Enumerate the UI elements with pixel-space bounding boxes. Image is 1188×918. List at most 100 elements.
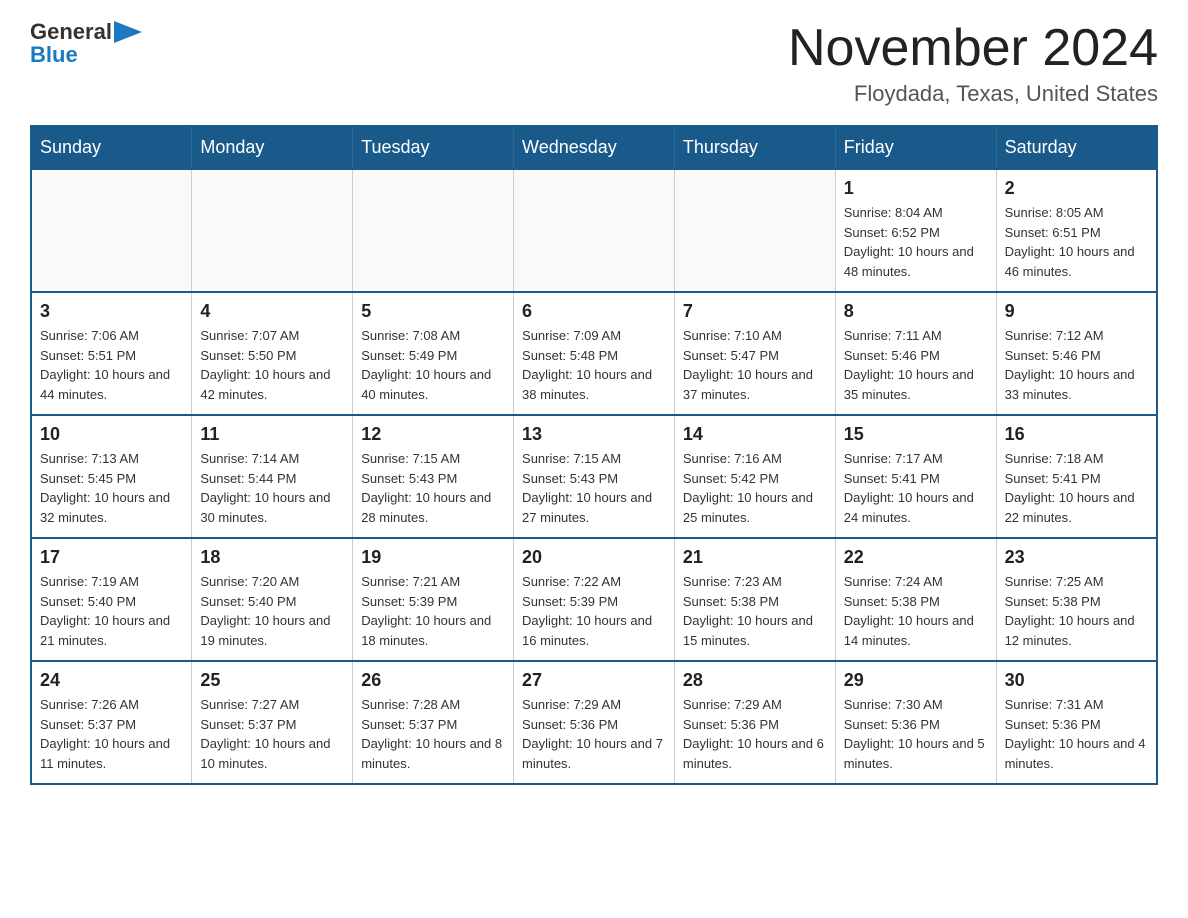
calendar-cell: 26 Sunrise: 7:28 AMSunset: 5:37 PMDayligh… (353, 661, 514, 784)
calendar-cell: 2 Sunrise: 8:05 AMSunset: 6:51 PMDaylight… (996, 169, 1157, 292)
logo: General Blue (30, 20, 142, 68)
day-number: 21 (683, 547, 827, 568)
day-info: Sunrise: 7:18 AMSunset: 5:41 PMDaylight:… (1005, 449, 1148, 527)
title-block: November 2024 Floydada, Texas, United St… (788, 20, 1158, 107)
day-number: 18 (200, 547, 344, 568)
calendar-cell: 3Sunrise: 7:06 AMSunset: 5:51 PMDaylight… (31, 292, 192, 415)
calendar-cell: 1Sunrise: 8:04 AMSunset: 6:52 PMDaylight… (835, 169, 996, 292)
day-info: Sunrise: 7:11 AMSunset: 5:46 PMDaylight:… (844, 326, 988, 404)
day-info: Sunrise: 7:29 AMSunset: 5:36 PMDaylight:… (522, 695, 666, 773)
calendar-cell: 30Sunrise: 7:31 AMSunset: 5:36 PMDayligh… (996, 661, 1157, 784)
day-info: Sunrise: 7:08 AMSunset: 5:49 PMDaylight:… (361, 326, 505, 404)
logo-arrow-icon (114, 21, 142, 43)
day-info: Sunrise: 7:17 AMSunset: 5:41 PMDaylight:… (844, 449, 988, 527)
calendar-cell: 27 Sunrise: 7:29 AMSunset: 5:36 PMDayligh… (514, 661, 675, 784)
day-info: Sunrise: 7:07 AMSunset: 5:50 PMDaylight:… (200, 326, 344, 404)
calendar-title: November 2024 (788, 20, 1158, 77)
day-number: 14 (683, 424, 827, 445)
calendar-week-row: 3Sunrise: 7:06 AMSunset: 5:51 PMDaylight… (31, 292, 1157, 415)
day-number: 4 (200, 301, 344, 322)
day-info: Sunrise: 7:20 AMSunset: 5:40 PMDaylight:… (200, 572, 344, 650)
day-info: Sunrise: 7:16 AMSunset: 5:42 PMDaylight:… (683, 449, 827, 527)
day-info: Sunrise: 7:31 AMSunset: 5:36 PMDaylight:… (1005, 695, 1148, 773)
day-number: 27 (522, 670, 666, 691)
day-info: Sunrise: 7:09 AMSunset: 5:48 PMDaylight:… (522, 326, 666, 404)
logo-blue-text: Blue (30, 42, 78, 68)
day-info: Sunrise: 8:05 AMSunset: 6:51 PMDaylight:… (1005, 203, 1148, 281)
day-number: 23 (1005, 547, 1148, 568)
calendar-cell (514, 169, 675, 292)
day-info: Sunrise: 7:14 AMSunset: 5:44 PMDaylight:… (200, 449, 344, 527)
calendar-cell: 24Sunrise: 7:26 AMSunset: 5:37 PMDayligh… (31, 661, 192, 784)
day-number: 9 (1005, 301, 1148, 322)
day-number: 11 (200, 424, 344, 445)
calendar-cell (31, 169, 192, 292)
calendar-cell: 7 Sunrise: 7:10 AMSunset: 5:47 PMDaylight… (674, 292, 835, 415)
calendar-week-row: 17 Sunrise: 7:19 AMSunset: 5:40 PMDayligh… (31, 538, 1157, 661)
calendar-cell (674, 169, 835, 292)
day-info: Sunrise: 7:30 AMSunset: 5:36 PMDaylight:… (844, 695, 988, 773)
calendar-cell: 28Sunrise: 7:29 AMSunset: 5:36 PMDayligh… (674, 661, 835, 784)
page-header: General Blue November 2024 Floydada, Tex… (30, 20, 1158, 107)
logo-general-text: General (30, 20, 112, 44)
day-info: Sunrise: 7:12 AMSunset: 5:46 PMDaylight:… (1005, 326, 1148, 404)
day-number: 28 (683, 670, 827, 691)
day-number: 24 (40, 670, 183, 691)
calendar-cell: 19Sunrise: 7:21 AMSunset: 5:39 PMDayligh… (353, 538, 514, 661)
calendar-week-row: 1Sunrise: 8:04 AMSunset: 6:52 PMDaylight… (31, 169, 1157, 292)
day-number: 20 (522, 547, 666, 568)
day-number: 16 (1005, 424, 1148, 445)
day-info: Sunrise: 7:13 AMSunset: 5:45 PMDaylight:… (40, 449, 183, 527)
day-info: Sunrise: 7:15 AMSunset: 5:43 PMDaylight:… (361, 449, 505, 527)
day-info: Sunrise: 7:06 AMSunset: 5:51 PMDaylight:… (40, 326, 183, 404)
calendar-cell: 11 Sunrise: 7:14 AMSunset: 5:44 PMDayligh… (192, 415, 353, 538)
day-number: 29 (844, 670, 988, 691)
calendar-cell: 22Sunrise: 7:24 AMSunset: 5:38 PMDayligh… (835, 538, 996, 661)
day-info: Sunrise: 7:10 AMSunset: 5:47 PMDaylight:… (683, 326, 827, 404)
calendar-cell: 16 Sunrise: 7:18 AMSunset: 5:41 PMDayligh… (996, 415, 1157, 538)
weekday-header-wednesday: Wednesday (514, 126, 675, 169)
weekday-header-sunday: Sunday (31, 126, 192, 169)
day-info: Sunrise: 7:22 AMSunset: 5:39 PMDaylight:… (522, 572, 666, 650)
calendar-cell: 10 Sunrise: 7:13 AMSunset: 5:45 PMDayligh… (31, 415, 192, 538)
weekday-header-thursday: Thursday (674, 126, 835, 169)
calendar-cell: 6 Sunrise: 7:09 AMSunset: 5:48 PMDaylight… (514, 292, 675, 415)
calendar-cell: 5 Sunrise: 7:08 AMSunset: 5:49 PMDaylight… (353, 292, 514, 415)
day-info: Sunrise: 7:27 AMSunset: 5:37 PMDaylight:… (200, 695, 344, 773)
calendar-cell: 12Sunrise: 7:15 AMSunset: 5:43 PMDayligh… (353, 415, 514, 538)
calendar-cell: 15 Sunrise: 7:17 AMSunset: 5:41 PMDayligh… (835, 415, 996, 538)
day-number: 5 (361, 301, 505, 322)
calendar-table: SundayMondayTuesdayWednesdayThursdayFrid… (30, 125, 1158, 785)
day-info: Sunrise: 7:23 AMSunset: 5:38 PMDaylight:… (683, 572, 827, 650)
calendar-cell (353, 169, 514, 292)
calendar-cell: 23 Sunrise: 7:25 AMSunset: 5:38 PMDayligh… (996, 538, 1157, 661)
calendar-cell: 13Sunrise: 7:15 AMSunset: 5:43 PMDayligh… (514, 415, 675, 538)
calendar-cell: 20 Sunrise: 7:22 AMSunset: 5:39 PMDayligh… (514, 538, 675, 661)
day-number: 10 (40, 424, 183, 445)
day-number: 8 (844, 301, 988, 322)
weekday-header-saturday: Saturday (996, 126, 1157, 169)
day-number: 13 (522, 424, 666, 445)
day-number: 22 (844, 547, 988, 568)
day-number: 17 (40, 547, 183, 568)
calendar-cell: 17 Sunrise: 7:19 AMSunset: 5:40 PMDayligh… (31, 538, 192, 661)
day-number: 15 (844, 424, 988, 445)
day-number: 26 (361, 670, 505, 691)
day-info: Sunrise: 7:19 AMSunset: 5:40 PMDaylight:… (40, 572, 183, 650)
calendar-cell: 18 Sunrise: 7:20 AMSunset: 5:40 PMDayligh… (192, 538, 353, 661)
weekday-header-tuesday: Tuesday (353, 126, 514, 169)
day-number: 7 (683, 301, 827, 322)
calendar-week-row: 10 Sunrise: 7:13 AMSunset: 5:45 PMDayligh… (31, 415, 1157, 538)
day-number: 6 (522, 301, 666, 322)
day-number: 1 (844, 178, 988, 199)
weekday-header-friday: Friday (835, 126, 996, 169)
day-info: Sunrise: 7:21 AMSunset: 5:39 PMDaylight:… (361, 572, 505, 650)
calendar-week-row: 24Sunrise: 7:26 AMSunset: 5:37 PMDayligh… (31, 661, 1157, 784)
calendar-cell: 8 Sunrise: 7:11 AMSunset: 5:46 PMDaylight… (835, 292, 996, 415)
day-number: 2 (1005, 178, 1148, 199)
calendar-cell: 29 Sunrise: 7:30 AMSunset: 5:36 PMDayligh… (835, 661, 996, 784)
calendar-cell: 21 Sunrise: 7:23 AMSunset: 5:38 PMDayligh… (674, 538, 835, 661)
calendar-cell: 14 Sunrise: 7:16 AMSunset: 5:42 PMDayligh… (674, 415, 835, 538)
day-info: Sunrise: 7:28 AMSunset: 5:37 PMDaylight:… (361, 695, 505, 773)
day-info: Sunrise: 7:25 AMSunset: 5:38 PMDaylight:… (1005, 572, 1148, 650)
